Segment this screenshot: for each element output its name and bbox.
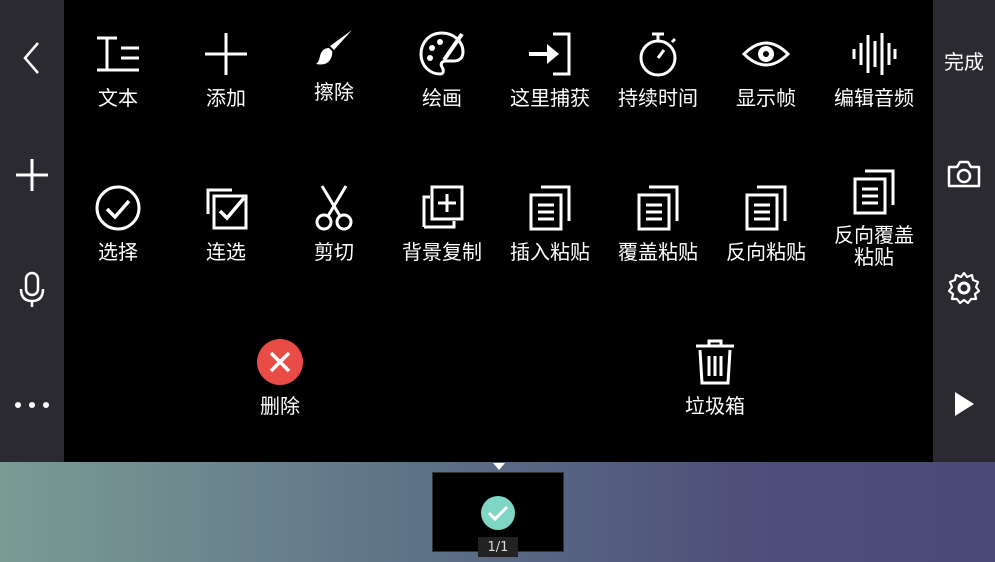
tool-label: 添加: [206, 86, 246, 110]
tool-label: 连选: [206, 240, 246, 264]
tool-cut[interactable]: 剪切: [280, 176, 388, 264]
multi-select-icon: [206, 188, 248, 230]
plus-icon: [16, 159, 48, 191]
copy-plus-icon: [422, 185, 464, 229]
camera-icon: [947, 160, 981, 188]
trash-icon: [696, 339, 734, 385]
tool-delete[interactable]: 删除: [226, 330, 334, 418]
tool-label: 反向粘贴: [726, 240, 806, 264]
capture-icon: [529, 32, 571, 76]
eye-icon: [742, 41, 790, 67]
mic-button[interactable]: [0, 268, 64, 312]
check-icon: [487, 505, 509, 522]
stopwatch-icon: [639, 32, 677, 77]
tool-select[interactable]: 选择: [64, 176, 172, 264]
tool-label: 覆盖粘贴: [618, 240, 698, 264]
playhead-marker: [493, 463, 505, 470]
tool-text[interactable]: 文本: [64, 22, 172, 110]
paste-icon: [853, 169, 895, 215]
tool-panel: 文本 添加 擦除 绘画 这里捕获 持续时间 显示帧 编辑音频 选择 连选 剪切: [64, 0, 933, 462]
tool-label: 插入粘贴: [510, 240, 590, 264]
tool-label: 垃圾箱: [685, 394, 745, 418]
tool-reverse-overwrite-paste[interactable]: 反向覆盖 粘贴: [820, 160, 928, 268]
tool-label: 显示帧: [736, 86, 796, 110]
tool-overwrite-paste[interactable]: 覆盖粘贴: [604, 176, 712, 264]
more-dots-icon: [15, 402, 49, 408]
text-icon: [97, 36, 139, 72]
tool-erase[interactable]: 擦除: [280, 16, 388, 104]
done-label: 完成: [944, 49, 984, 74]
microphone-icon: [19, 271, 45, 307]
delete-circle-icon: [257, 339, 303, 385]
tool-label-line1: 反向覆盖: [834, 223, 914, 247]
tool-label: 这里捕获: [510, 86, 590, 110]
add-button[interactable]: [0, 153, 64, 197]
tool-label: 持续时间: [618, 86, 698, 110]
camera-button[interactable]: [933, 154, 995, 194]
right-rail: 完成: [933, 0, 995, 462]
palette-icon: [419, 31, 465, 76]
play-button[interactable]: [933, 388, 995, 420]
check-circle-icon: [95, 185, 141, 231]
tool-capture[interactable]: 这里捕获: [496, 22, 604, 110]
left-rail: [0, 0, 64, 462]
tool-label: 剪切: [314, 240, 354, 264]
tool-multi-select[interactable]: 连选: [172, 176, 280, 264]
done-button[interactable]: 完成: [933, 40, 995, 80]
tool-label-line2: 粘贴: [854, 245, 894, 269]
tool-bg-copy[interactable]: 背景复制: [388, 176, 496, 264]
tool-draw[interactable]: 绘画: [388, 22, 496, 110]
chevron-left-icon: [23, 42, 39, 74]
gear-icon: [947, 271, 981, 305]
paste-icon: [637, 185, 679, 231]
tool-label: 选择: [98, 240, 138, 264]
tool-label: 编辑音频: [834, 86, 914, 110]
tool-reverse-paste[interactable]: 反向粘贴: [712, 176, 820, 264]
paste-icon: [745, 185, 787, 231]
tool-label: 绘画: [422, 86, 462, 110]
play-icon: [955, 392, 974, 416]
tool-label: 删除: [260, 394, 300, 418]
back-button[interactable]: [0, 36, 64, 80]
tool-label: 文本: [98, 86, 138, 110]
more-button[interactable]: [0, 390, 64, 420]
tool-trash[interactable]: 垃圾箱: [661, 330, 769, 418]
audio-wave-icon: [852, 33, 897, 75]
tool-label: 擦除: [314, 80, 354, 104]
tool-show-frame[interactable]: 显示帧: [712, 22, 820, 110]
frame-counter: 1/1: [478, 537, 518, 557]
scissors-icon: [315, 185, 353, 231]
paste-icon: [529, 185, 571, 231]
plus-icon: [205, 33, 247, 75]
tool-duration[interactable]: 持续时间: [604, 22, 712, 110]
tool-label: 背景复制: [402, 240, 482, 264]
tool-edit-audio[interactable]: 编辑音频: [820, 22, 928, 110]
tool-add[interactable]: 添加: [172, 22, 280, 110]
tool-insert-paste[interactable]: 插入粘贴: [496, 176, 604, 264]
brush-icon: [316, 30, 352, 65]
frame-selected-badge: [481, 496, 515, 530]
settings-button[interactable]: [933, 268, 995, 308]
